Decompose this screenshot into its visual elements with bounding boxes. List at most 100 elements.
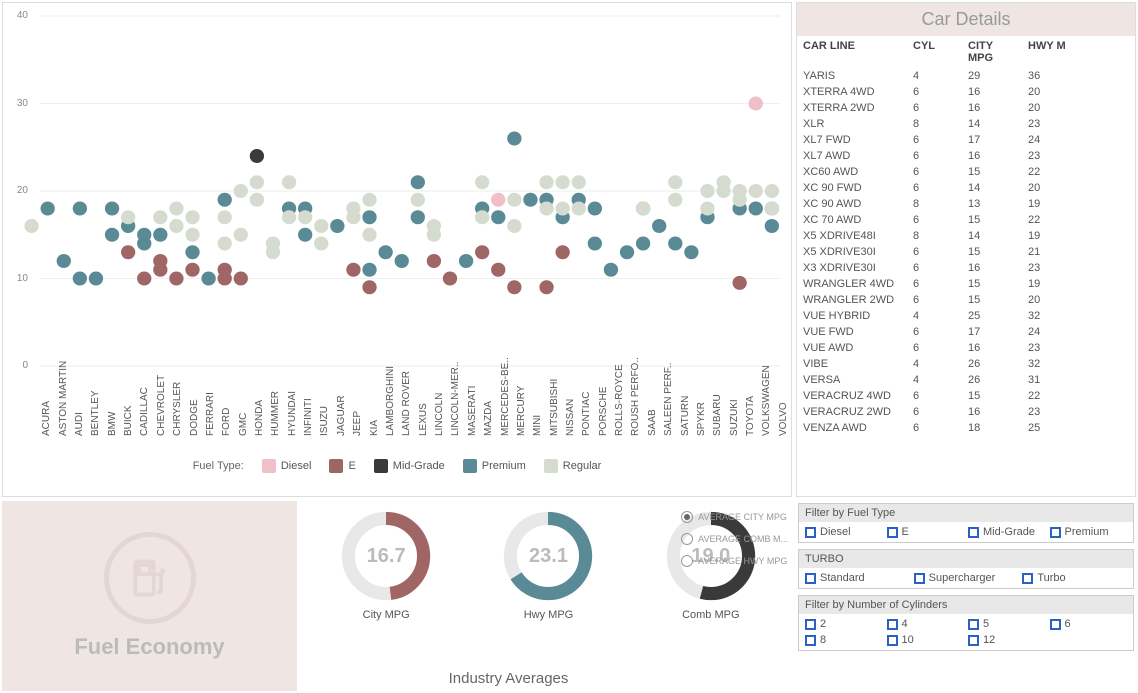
table-row[interactable]: VERACRUZ 2WD61623 [797,404,1135,420]
scatter-point[interactable] [523,193,537,207]
metric-radio[interactable]: AVERAGE COMB M... [681,533,788,545]
table-row[interactable]: XC 70 AWD61522 [797,212,1135,228]
scatter-point[interactable] [121,210,135,224]
table-row[interactable]: XL7 FWD61724 [797,132,1135,148]
scatter-point[interactable] [668,175,682,189]
scatter-point[interactable] [185,245,199,259]
scatter-point[interactable] [153,254,167,268]
scatter-point[interactable] [700,202,714,216]
table-row[interactable]: VUE AWD61623 [797,340,1135,356]
scatter-point[interactable] [218,193,232,207]
scatter-point[interactable] [282,175,296,189]
scatter-point[interactable] [362,263,376,277]
scatter-point[interactable] [539,280,553,294]
scatter-point[interactable] [314,237,328,251]
legend-item[interactable]: E [329,459,355,473]
scatter-point[interactable] [89,272,103,286]
scatter-point[interactable] [250,193,264,207]
legend-item[interactable]: Regular [544,459,602,473]
scatter-point[interactable] [475,245,489,259]
turbo-filter-option[interactable]: Supercharger [914,572,1019,584]
scatter-point[interactable] [507,280,521,294]
table-row[interactable]: XTERRA 4WD61620 [797,84,1135,100]
metric-radio[interactable]: AVERAGE CITY MPG [681,511,788,523]
scatter-point[interactable] [716,184,730,198]
scatter-point[interactable] [218,237,232,251]
scatter-point[interactable] [105,202,119,216]
scatter-point[interactable] [588,202,602,216]
scatter-point[interactable] [652,219,666,233]
scatter-point[interactable] [185,263,199,277]
table-row[interactable]: XLR81423 [797,116,1135,132]
cyl-filter-option[interactable]: 6 [1050,618,1128,630]
scatter-point[interactable] [395,254,409,268]
table-column-header[interactable]: HWY M [1018,40,1073,64]
scatter-point[interactable] [362,193,376,207]
table-row[interactable]: VUE HYBRID42532 [797,308,1135,324]
table-row[interactable]: XTERRA 2WD61620 [797,100,1135,116]
scatter-point[interactable] [234,228,248,242]
scatter-point[interactable] [507,193,521,207]
scatter-point[interactable] [218,210,232,224]
scatter-point[interactable] [572,202,586,216]
scatter-point[interactable] [443,272,457,286]
table-row[interactable]: X5 XDRIVE30I61521 [797,244,1135,260]
table-column-header[interactable]: CITY MPG [958,40,1018,64]
table-column-header[interactable]: CAR LINE [803,40,903,64]
table-row[interactable]: VERSA42631 [797,372,1135,388]
scatter-point[interactable] [298,228,312,242]
scatter-point[interactable] [475,210,489,224]
cyl-filter-option[interactable]: 10 [887,634,965,646]
car-details-table[interactable]: CAR LINECYLCITY MPGHWY M YARIS42936XTERR… [797,36,1135,496]
scatter-point[interactable] [153,210,167,224]
table-row[interactable]: XL7 AWD61623 [797,148,1135,164]
table-row[interactable]: YARIS42936 [797,68,1135,84]
scatter-point[interactable] [378,245,392,259]
table-row[interactable]: WRANGLER 4WD61519 [797,276,1135,292]
cyl-filter-option[interactable]: 5 [968,618,1046,630]
scatter-point[interactable] [330,219,344,233]
scatter-point[interactable] [539,202,553,216]
scatter-point[interactable] [41,202,55,216]
scatter-point[interactable] [137,272,151,286]
scatter-point[interactable] [749,202,763,216]
scatter-point[interactable] [668,237,682,251]
cyl-filter-option[interactable]: 8 [805,634,883,646]
scatter-point[interactable] [266,245,280,259]
scatter-point[interactable] [555,202,569,216]
scatter-point[interactable] [588,237,602,251]
scatter-point[interactable] [733,276,747,290]
table-row[interactable]: XC 90 FWD61420 [797,180,1135,196]
scatter-point[interactable] [491,193,505,207]
scatter-point[interactable] [604,263,618,277]
table-row[interactable]: X5 XDRIVE48I81419 [797,228,1135,244]
scatter-point[interactable] [346,210,360,224]
fuel-filter-option[interactable]: Mid-Grade [968,526,1046,538]
scatter-point[interactable] [234,184,248,198]
scatter-point[interactable] [24,219,38,233]
table-row[interactable]: WRANGLER 2WD61520 [797,292,1135,308]
scatter-point[interactable] [411,210,425,224]
scatter-point[interactable] [362,210,376,224]
table-row[interactable]: VUE FWD61724 [797,324,1135,340]
scatter-point[interactable] [153,228,167,242]
table-row[interactable]: XC 90 AWD81319 [797,196,1135,212]
scatter-point[interactable] [733,193,747,207]
scatter-point[interactable] [572,175,586,189]
turbo-filter-option[interactable]: Standard [805,572,910,584]
scatter-point[interactable] [765,202,779,216]
scatter-point[interactable] [411,175,425,189]
scatter-point[interactable] [475,175,489,189]
table-row[interactable]: VIBE42632 [797,356,1135,372]
scatter-point[interactable] [105,228,119,242]
turbo-filter-option[interactable]: Turbo [1022,572,1127,584]
scatter-point[interactable] [491,210,505,224]
scatter-point[interactable] [411,193,425,207]
scatter-point[interactable] [282,210,296,224]
scatter-point[interactable] [169,272,183,286]
scatter-point[interactable] [427,228,441,242]
scatter-point[interactable] [539,175,553,189]
scatter-point[interactable] [668,193,682,207]
scatter-point[interactable] [507,219,521,233]
scatter-point[interactable] [185,228,199,242]
